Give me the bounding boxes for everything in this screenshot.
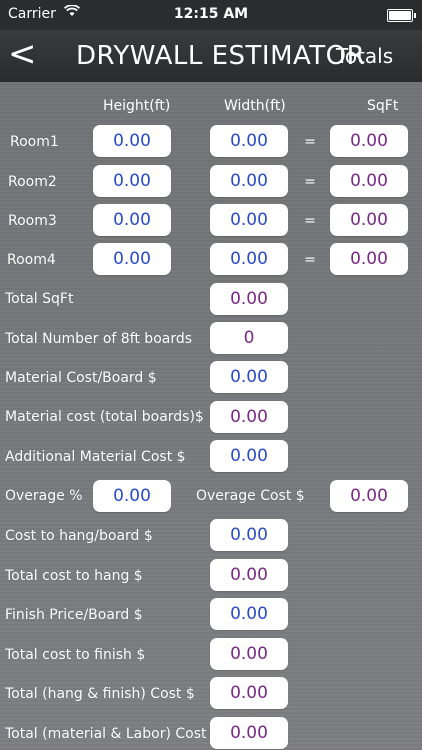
material-cost-board-label: Material Cost/Board $ xyxy=(5,370,157,386)
additional-material-label: Additional Material Cost $ xyxy=(5,449,186,465)
width-column-header: Width(ft) xyxy=(224,98,286,114)
room2-equals: = xyxy=(304,174,316,190)
hang-cost-board-input[interactable]: 0.00 xyxy=(210,519,288,551)
status-time: 12:15 AM xyxy=(173,6,249,22)
room1-width-input[interactable]: 0.00 xyxy=(210,125,288,157)
room1-height-input[interactable]: 0.00 xyxy=(93,125,171,157)
room2-width-input[interactable]: 0.00 xyxy=(210,165,288,197)
navigation-bar: < DRYWALL ESTIMATOR Totals xyxy=(0,30,422,82)
status-bar: Carrier 12:15 AM xyxy=(0,0,422,30)
total-boards-output: 0 xyxy=(210,322,288,354)
hang-cost-board-label: Cost to hang/board $ xyxy=(5,528,153,544)
room3-equals: = xyxy=(304,213,316,229)
back-button[interactable]: < xyxy=(8,36,37,72)
room4-label: Room4 xyxy=(7,252,56,268)
finish-price-board-input[interactable]: 0.00 xyxy=(210,598,288,630)
sqft-column-header: SqFt xyxy=(367,98,399,114)
material-cost-board-input[interactable]: 0.00 xyxy=(210,361,288,393)
room3-width-input[interactable]: 0.00 xyxy=(210,204,288,236)
total-finish-cost-output: 0.00 xyxy=(210,638,288,670)
room1-equals: = xyxy=(304,134,316,150)
page-title: DRYWALL ESTIMATOR xyxy=(76,41,366,71)
battery-icon xyxy=(387,9,416,22)
totals-button[interactable]: Totals xyxy=(336,44,393,68)
total-hang-cost-output: 0.00 xyxy=(210,559,288,591)
total-hang-finish-output: 0.00 xyxy=(210,677,288,709)
total-hang-finish-label: Total (hang & finish) Cost $ xyxy=(5,686,195,702)
total-boards-label: Total Number of 8ft boards xyxy=(5,331,193,347)
room3-height-input[interactable]: 0.00 xyxy=(93,204,171,236)
room4-width-input[interactable]: 0.00 xyxy=(210,243,288,275)
total-material-labor-output: 0.00 xyxy=(210,717,288,749)
total-material-labor-label: Total (material & Labor) Cost xyxy=(5,726,207,742)
overage-cost-label: Overage Cost $ xyxy=(196,488,305,504)
room4-height-input[interactable]: 0.00 xyxy=(93,243,171,275)
room4-equals: = xyxy=(304,252,316,268)
room2-sqft-output: 0.00 xyxy=(330,165,408,197)
room1-sqft-output: 0.00 xyxy=(330,125,408,157)
room1-label: Room1 xyxy=(10,134,59,150)
total-sqft-output: 0.00 xyxy=(210,283,288,315)
height-column-header: Height(ft) xyxy=(103,98,171,114)
finish-price-board-label: Finish Price/Board $ xyxy=(5,607,143,623)
material-cost-total-output: 0.00 xyxy=(210,401,288,433)
total-hang-cost-label: Total cost to hang $ xyxy=(5,568,143,584)
room3-label: Room3 xyxy=(8,213,57,229)
overage-cost-output: 0.00 xyxy=(330,480,408,512)
overage-percent-label: Overage % xyxy=(5,488,83,504)
room2-label: Room2 xyxy=(8,174,57,190)
room3-sqft-output: 0.00 xyxy=(330,204,408,236)
overage-percent-input[interactable]: 0.00 xyxy=(93,480,171,512)
total-finish-cost-label: Total cost to finish $ xyxy=(5,647,146,663)
material-cost-total-label: Material cost (total boards)$ xyxy=(5,409,204,425)
room4-sqft-output: 0.00 xyxy=(330,243,408,275)
room2-height-input[interactable]: 0.00 xyxy=(93,165,171,197)
additional-material-input[interactable]: 0.00 xyxy=(210,440,288,472)
total-sqft-label: Total SqFt xyxy=(5,291,74,307)
